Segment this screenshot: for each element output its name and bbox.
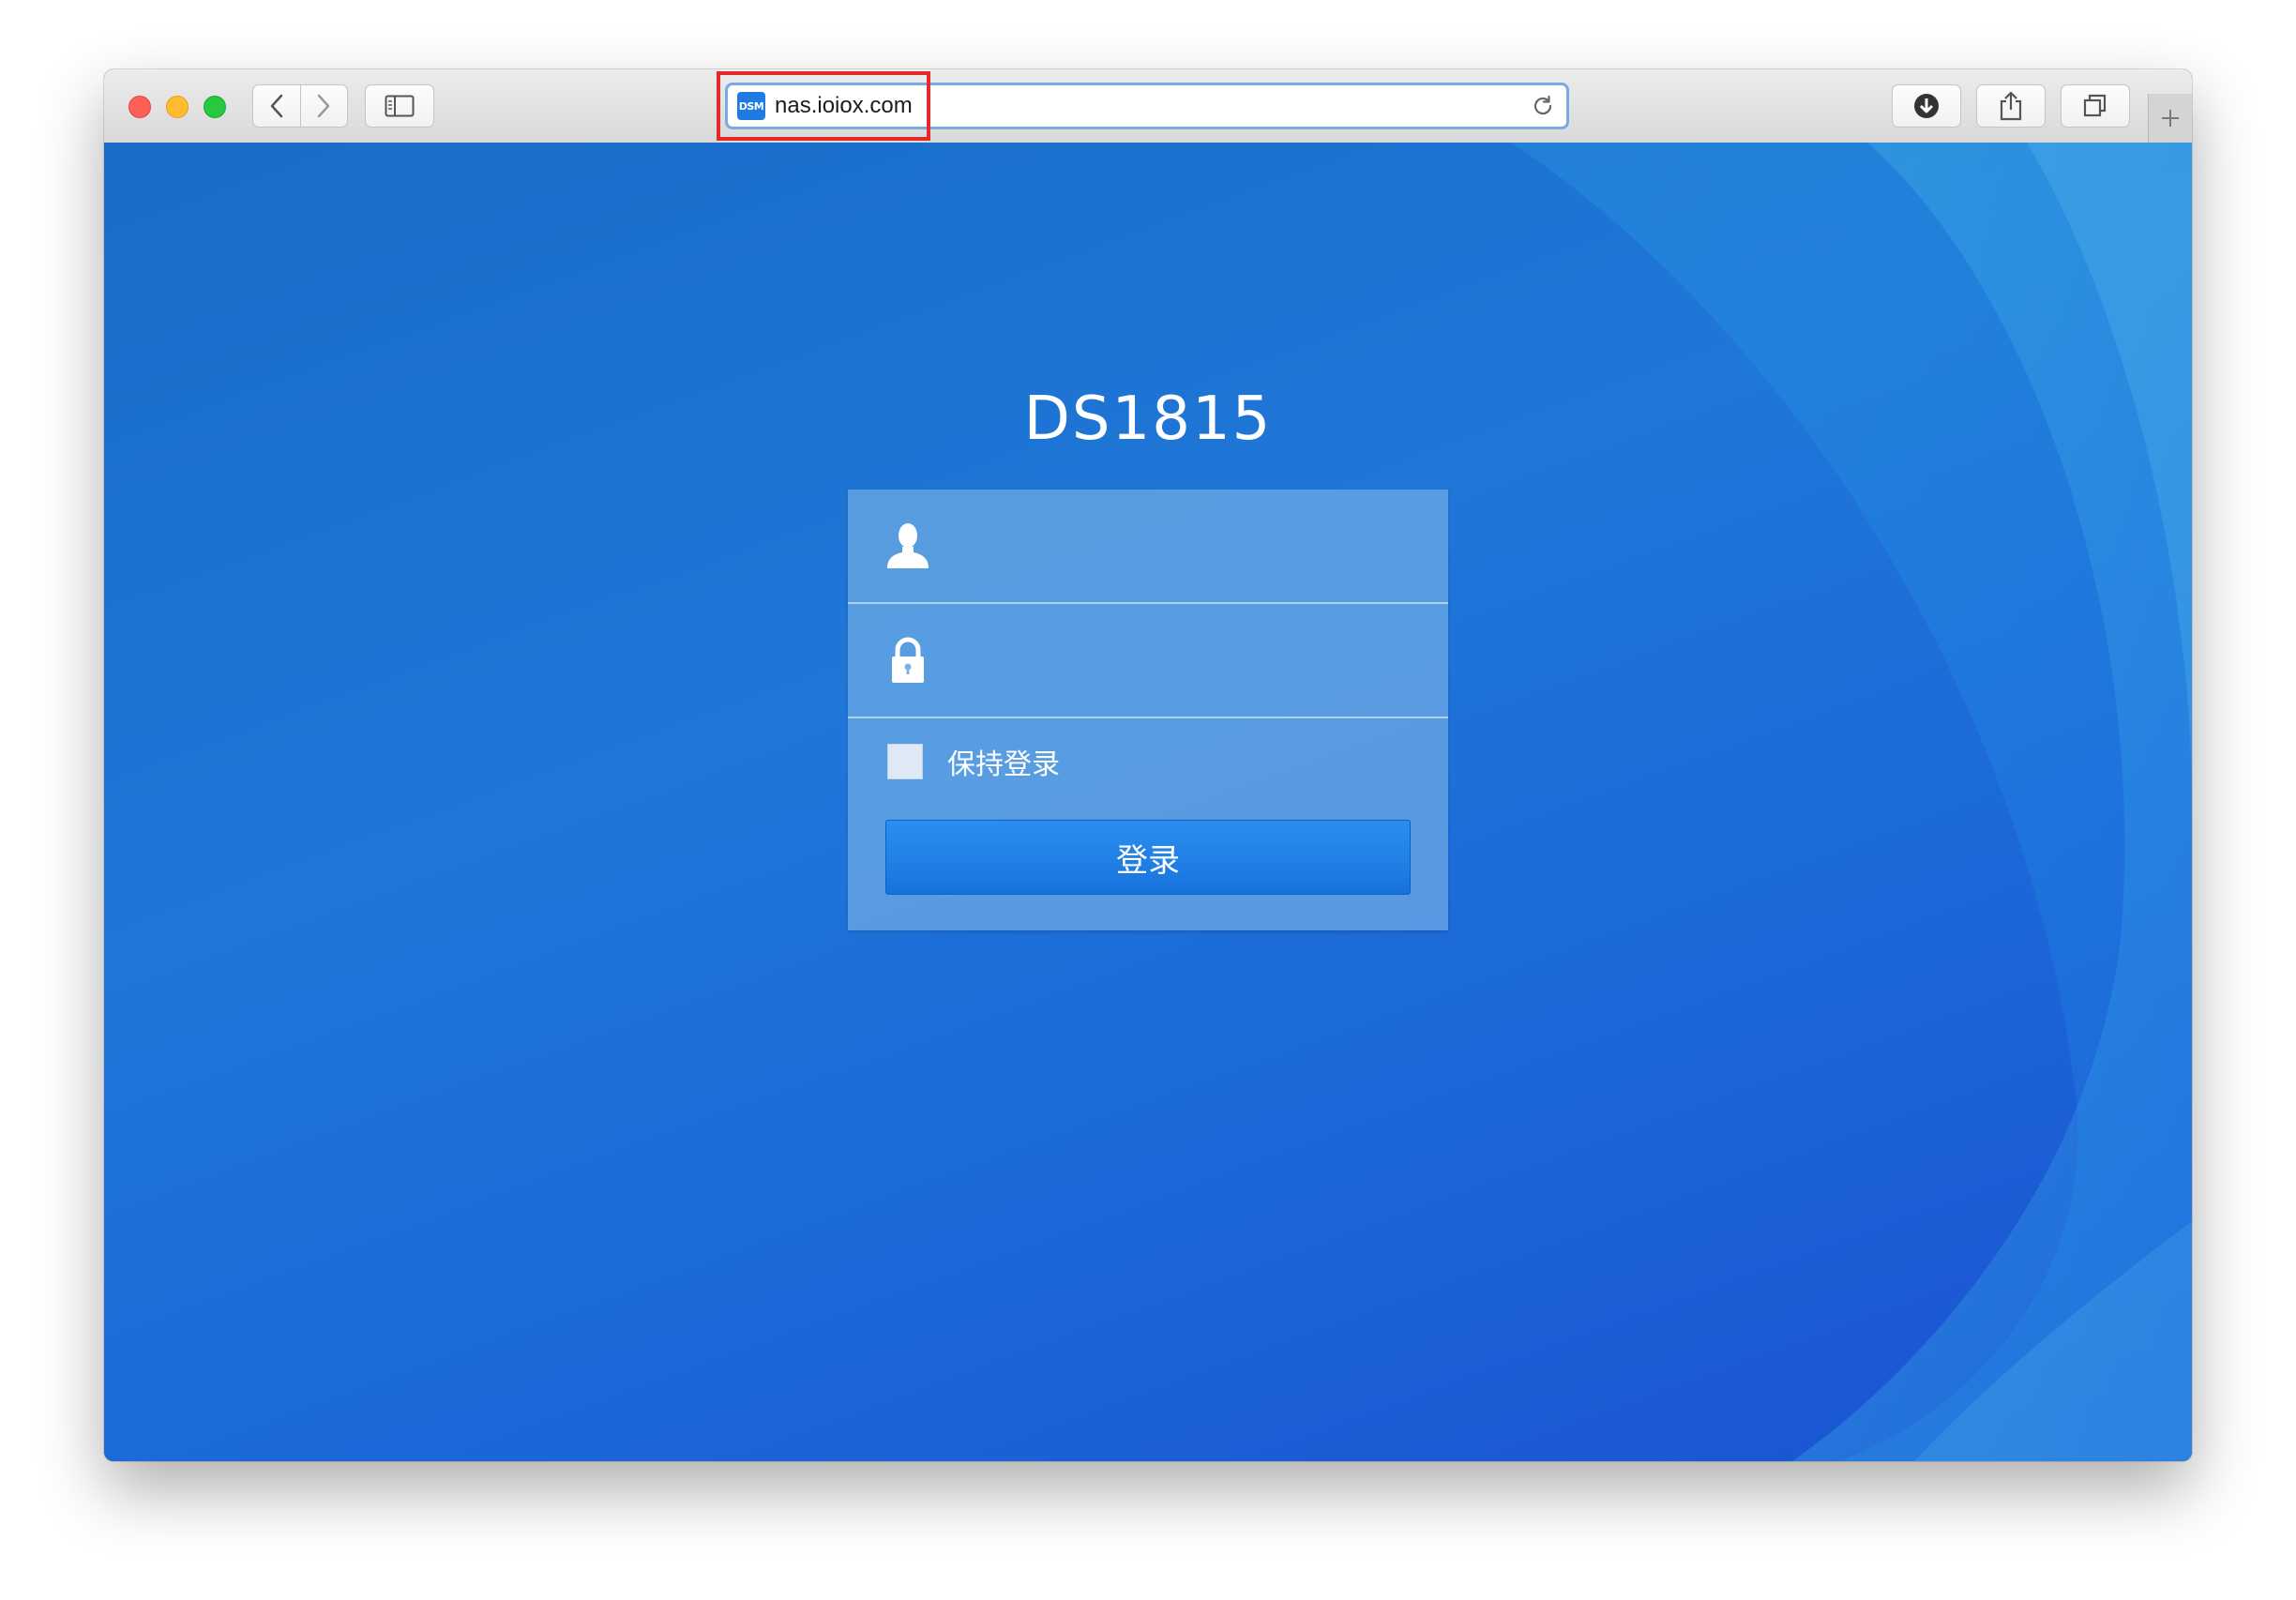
lock-icon [885, 634, 930, 687]
browser-toolbar: DSM nas.ioiox.com [104, 69, 2192, 143]
username-row [848, 490, 1448, 604]
share-icon [2000, 91, 2022, 121]
downloads-button[interactable] [1892, 84, 1961, 128]
back-button[interactable] [253, 85, 300, 127]
maximize-window-button[interactable] [204, 96, 226, 118]
chevron-right-icon [318, 94, 330, 118]
login-panel: 保持登录 登录 [848, 490, 1448, 930]
login-button[interactable]: 登录 [885, 820, 1411, 895]
plus-icon [2162, 110, 2179, 127]
sidebar-toggle-button[interactable] [365, 84, 434, 128]
dsm-favicon-icon: DSM [737, 92, 765, 120]
navigation-buttons [252, 84, 348, 128]
password-row [848, 604, 1448, 718]
close-window-button[interactable] [128, 96, 151, 118]
reload-icon[interactable] [1531, 94, 1555, 118]
browser-window: DSM nas.ioiox.com DS1815 保持登录 登录 [104, 69, 2192, 1461]
remember-me-label[interactable]: 保持登录 [947, 741, 1060, 782]
address-bar-url: nas.ioiox.com [775, 93, 913, 118]
forward-button[interactable] [299, 85, 348, 127]
screenshot: DSM nas.ioiox.com DS1815 保持登录 登录 [0, 0, 2296, 1600]
tabs-icon [2083, 94, 2107, 117]
username-input[interactable] [951, 508, 1424, 585]
device-title: DS1815 [1023, 385, 1273, 454]
remember-me-checkbox[interactable] [887, 744, 923, 779]
share-button[interactable] [1976, 84, 2046, 128]
user-icon [885, 520, 930, 572]
minimize-window-button[interactable] [166, 96, 189, 118]
chevron-left-icon [270, 94, 282, 118]
address-bar[interactable]: DSM nas.ioiox.com [725, 83, 1569, 129]
page-content: DS1815 保持登录 登录 [104, 143, 2192, 1461]
password-input[interactable] [951, 623, 1424, 700]
download-icon [1914, 94, 1939, 118]
new-tab-button[interactable] [2148, 94, 2192, 143]
sidebar-icon [385, 95, 415, 117]
tabs-overview-button[interactable] [2061, 84, 2130, 128]
remember-me: 保持登录 [887, 741, 1060, 782]
